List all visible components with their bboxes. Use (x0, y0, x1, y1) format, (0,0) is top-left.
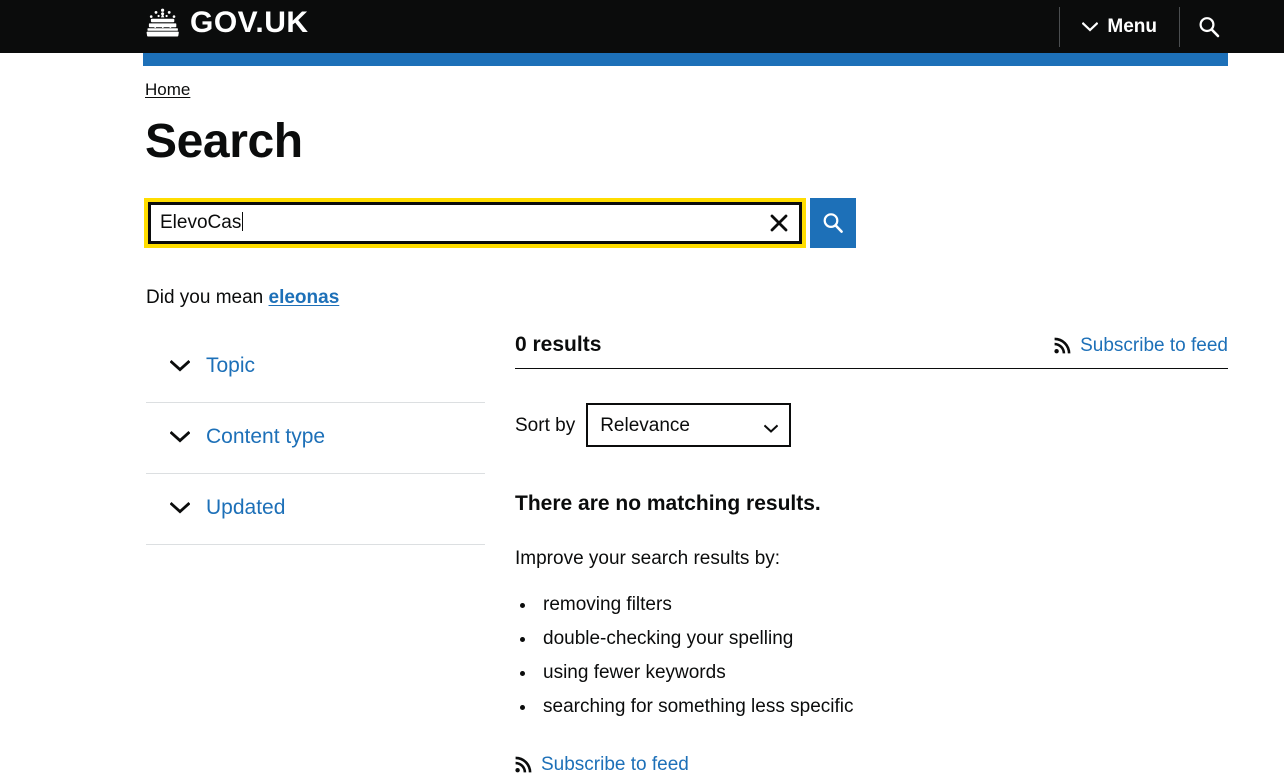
list-item: removing filters (537, 593, 1228, 617)
search-input-value: ElevoCas (160, 212, 244, 233)
search-icon (1197, 15, 1221, 39)
govuk-logo-text: GOV.UK (190, 6, 309, 39)
suggestion-link[interactable]: eleonas (269, 287, 340, 308)
subscribe-to-feed-label: Subscribe to feed (541, 754, 689, 775)
filter-label: Content type (206, 425, 326, 448)
menu-label: Menu (1107, 16, 1157, 37)
list-item: using fewer keywords (537, 661, 1228, 685)
results-header: 0 results Subscribe to feed (515, 332, 1228, 369)
sort-select-wrapper: Relevance (586, 403, 792, 447)
menu-button[interactable]: Menu (1060, 0, 1179, 53)
search-icon (821, 211, 845, 235)
filter-label: Updated (206, 496, 286, 519)
subscribe-to-feed-link-bottom[interactable]: Subscribe to feed (515, 753, 689, 776)
header-actions: Menu (1059, 0, 1238, 53)
sort-control: Sort by Relevance (515, 403, 1228, 447)
page-title: Search (145, 115, 303, 168)
search-tips-list: removing filters double-checking your sp… (515, 593, 1228, 719)
filter-toggle-content-type[interactable]: Content type (146, 403, 485, 473)
crown-icon (143, 7, 183, 39)
filter-section-topic: Topic (146, 332, 485, 403)
spelling-suggestion: Did you mean eleonas (146, 285, 339, 310)
improve-search-text: Improve your search results by: (515, 548, 781, 569)
sort-by-label: Sort by (515, 414, 576, 436)
breadcrumb: Home (145, 80, 190, 100)
search-bar: ElevoCas (144, 198, 856, 248)
breadcrumb-home-link[interactable]: Home (145, 80, 190, 99)
close-icon (769, 213, 789, 233)
list-item: searching for something less specific (537, 695, 1228, 719)
global-header: GOV.UK Menu (0, 0, 1284, 53)
results-count: 0 results (515, 333, 602, 356)
search-input[interactable]: ElevoCas (148, 202, 802, 244)
filter-toggle-topic[interactable]: Topic (146, 332, 485, 402)
search-submit-button[interactable] (810, 198, 856, 248)
header-search-button[interactable] (1180, 0, 1238, 53)
subscribe-to-feed-link-top[interactable]: Subscribe to feed (1054, 334, 1228, 357)
chevron-down-icon (170, 431, 190, 443)
filter-label: Topic (206, 354, 256, 377)
no-results-heading: There are no matching results. (515, 492, 821, 515)
clear-search-button[interactable] (766, 210, 792, 236)
rss-icon (1054, 337, 1071, 354)
filter-section-content-type: Content type (146, 403, 485, 474)
text-caret (242, 212, 244, 231)
chevron-down-icon (170, 360, 190, 372)
filter-toggle-updated[interactable]: Updated (146, 474, 485, 544)
chevron-down-icon (1082, 21, 1099, 32)
blue-accent-bar (143, 53, 1228, 66)
suggestion-prefix: Did you mean (146, 287, 264, 308)
list-item: double-checking your spelling (537, 627, 1228, 651)
subscribe-to-feed-label: Subscribe to feed (1080, 335, 1228, 356)
search-focus-ring: ElevoCas (144, 198, 806, 248)
chevron-down-icon (170, 502, 190, 514)
results-panel: 0 results Subscribe to feed Sort by Rele… (515, 332, 1228, 777)
filters-panel: Topic Content type Updated (146, 332, 485, 545)
sort-select[interactable]: Relevance (586, 403, 792, 447)
govuk-logo-link[interactable]: GOV.UK (143, 7, 309, 39)
rss-icon (515, 756, 532, 773)
gov-uk-search-page: GOV.UK Menu Home Search ElevoCas Did you… (0, 0, 1284, 777)
filter-section-updated: Updated (146, 474, 485, 545)
